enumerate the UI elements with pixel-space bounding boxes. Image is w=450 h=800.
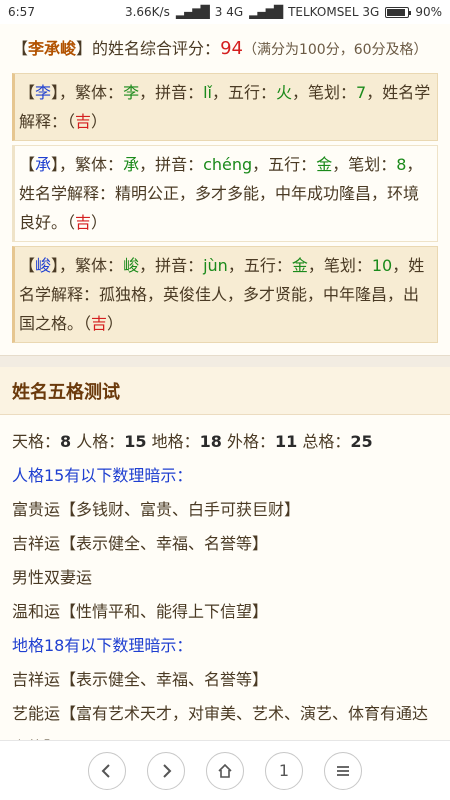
pinyin-value: jùn (203, 256, 228, 275)
back-button[interactable] (88, 751, 126, 790)
char-analysis-2: 【承】，繁体：承，拼音：chéng，五行：金，笔划：8，姓名学解释：精明公正，多… (12, 145, 438, 242)
wuxing-value: 火 (276, 83, 293, 102)
wuxing-value: 金 (316, 155, 333, 174)
wai-value: 11 (275, 432, 298, 451)
five-grid-results: 天格：8 人格：15 地格：18 外格：11 总格：25 人格15有以下数理暗示… (0, 415, 450, 740)
char-name: 承 (35, 155, 52, 174)
tian-value: 8 (60, 432, 72, 451)
menu-icon (337, 765, 349, 776)
page-content[interactable]: 【李承峻】的姓名综合评分：94（满分为100分，60分及格） 【李】，繁体：李，… (0, 24, 450, 740)
wuxing-label: ，五行： (227, 256, 292, 275)
di-line: 吉祥运【表示健全、幸福、名誉等】 (12, 670, 269, 689)
char-name: 峻 (35, 256, 52, 275)
carrier-label: TELKOMSEL 3G (288, 5, 380, 19)
luck-value: 吉 (91, 314, 108, 333)
strokes-label: ，笔划： (307, 256, 372, 275)
ren-label: 人格： (76, 432, 125, 451)
wuxing-label: ，五行： (252, 155, 317, 174)
tian-label: 天格： (12, 432, 61, 451)
chevron-right-icon (163, 763, 172, 778)
wuxing-label: ，五行： (211, 83, 276, 102)
score-note: （满分为100分，60分及格） (242, 42, 428, 58)
di-label: 地格： (151, 432, 200, 451)
trad-value: 李 (123, 83, 140, 102)
score-summary: 【李承峻】的姓名综合评分：94（满分为100分，60分及格） (0, 24, 450, 69)
trad-value: 承 (123, 155, 140, 174)
home-button[interactable] (206, 751, 244, 790)
ren-line: 男性双妻运 (12, 568, 93, 587)
wuxing-value: 金 (291, 256, 308, 275)
section-title-text: 姓名五格测试 (12, 381, 120, 403)
battery-percent: 90% (415, 5, 442, 19)
wai-label: 外格： (227, 432, 276, 451)
bracket: 】 (76, 39, 93, 58)
score-value: 94 (220, 38, 243, 59)
tab-count: 1 (278, 761, 290, 780)
di-heading: 地格18有以下数理暗示： (12, 636, 193, 655)
di-value: 18 (199, 432, 222, 451)
tabs-button[interactable]: 1 (265, 751, 303, 790)
ren-line: 温和运【性情平和、能得上下信望】 (12, 602, 269, 621)
section-title: 姓名五格测试 (0, 367, 450, 415)
trad-label: ，繁体： (59, 155, 124, 174)
trad-label: ，繁体： (59, 256, 124, 275)
network-speed: 3.66K/s (124, 5, 170, 19)
zong-label: 总格： (302, 432, 351, 451)
trad-value: 峻 (123, 256, 140, 275)
signal-icon: ▂▄▆█ (175, 5, 210, 19)
ren-line: 吉祥运【表示健全、幸福、名誉等】 (12, 534, 269, 553)
score-label: 的姓名综合评分： (92, 39, 221, 58)
five-grid-summary: 天格：8 人格：15 地格：18 外格：11 总格：25 (12, 425, 438, 459)
ren-line: 富贵运【多钱财、富贵、白手可获巨财】 (12, 500, 301, 519)
strokes-value: 10 (371, 256, 393, 275)
status-time: 6:57 (8, 5, 35, 19)
zong-value: 25 (350, 432, 373, 451)
pinyin-label: ，拼音： (139, 256, 204, 275)
menu-button[interactable] (324, 751, 362, 790)
forward-button[interactable] (147, 751, 185, 790)
char-analysis-1: 【李】，繁体：李，拼音：lǐ，五行：火，笔划：7，姓名学解释：（吉） (12, 73, 438, 141)
ren-value: 15 (124, 432, 147, 451)
chevron-left-icon (101, 763, 110, 778)
strokes-label: ，笔划： (332, 155, 397, 174)
ren-heading: 人格15有以下数理暗示： (12, 466, 193, 485)
pinyin-value: lǐ (203, 83, 212, 102)
strokes-value: 7 (356, 83, 367, 102)
pinyin-label: ，拼音： (139, 83, 204, 102)
trad-label: ，繁体： (59, 83, 124, 102)
di-line: 艺能运【富有艺术天才，对审美、艺术、演艺、体育有通达之能】 (12, 704, 429, 740)
status-right: 3.66K/s ▂▄▆█ 3 4G ▂▄▆█ TELKOMSEL 3G 90% (125, 5, 442, 19)
char-analysis-3: 【峻】，繁体：峻，拼音：jùn，五行：金，笔划：10，姓名学解释：孤独格，英俊佳… (12, 246, 438, 343)
luck-value: 吉 (75, 112, 92, 131)
pinyin-label: ，拼音： (139, 155, 204, 174)
name-link[interactable]: 李承峻 (28, 39, 76, 58)
luck-value: 吉 (75, 213, 92, 232)
battery-icon (385, 6, 412, 18)
browser-bottom-nav: 1 (0, 740, 450, 800)
signal-icon-2: ▂▄▆█ (249, 5, 283, 19)
strokes-label: ，笔划： (292, 83, 357, 102)
bracket: 【 (12, 39, 29, 58)
home-icon (218, 763, 232, 778)
section-divider (0, 355, 450, 367)
char-name: 李 (35, 83, 52, 102)
strokes-value: 8 (396, 155, 407, 174)
sim1-label: 3 4G (214, 5, 244, 19)
pinyin-value: chéng (203, 155, 253, 174)
status-bar: 6:57 3.66K/s ▂▄▆█ 3 4G ▂▄▆█ TELKOMSEL 3G… (0, 0, 450, 24)
